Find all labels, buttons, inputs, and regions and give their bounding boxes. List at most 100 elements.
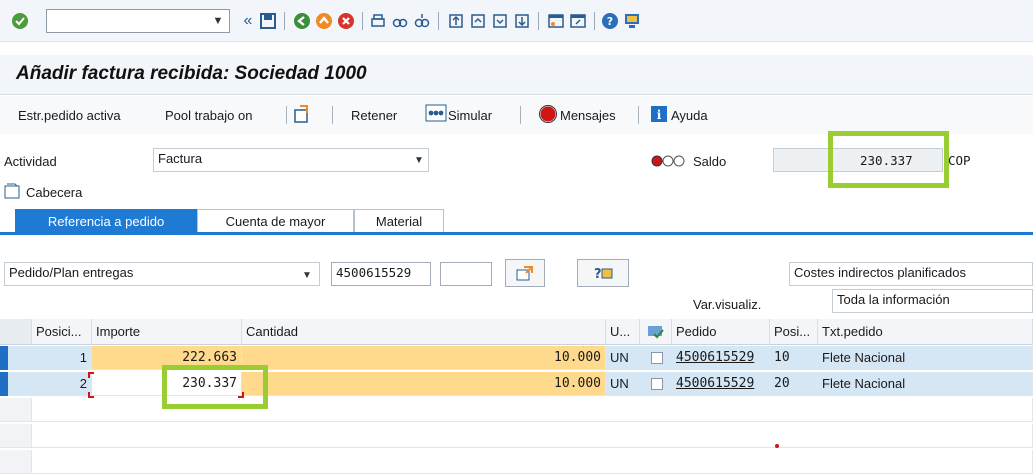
col-header-unidad[interactable]: U... [606, 319, 640, 345]
row-checkbox[interactable] [651, 352, 663, 364]
cell-posi: 20 [770, 372, 818, 396]
table-row-gutter [0, 450, 32, 474]
next-page-icon[interactable] [490, 11, 510, 31]
pool-trabajo-button[interactable]: Pool trabajo on [165, 108, 252, 123]
back-icon[interactable] [292, 11, 312, 31]
first-page-icon[interactable] [446, 11, 466, 31]
table-row-gutter [8, 346, 32, 370]
row-selector[interactable] [0, 372, 8, 396]
col-header-ok[interactable] [640, 319, 672, 345]
new-session-icon[interactable] [546, 11, 566, 31]
prev-page-icon[interactable] [468, 11, 488, 31]
order-number-input[interactable]: 4500615529 [331, 262, 431, 286]
table-row [32, 424, 1033, 448]
currency-label: COP [948, 153, 971, 168]
tab-cuenta-mayor[interactable]: Cuenta de mayor [197, 209, 354, 233]
cell-pedido[interactable]: 4500615529 [672, 346, 770, 370]
simulate-icon [425, 104, 447, 125]
svg-text:i: i [657, 108, 662, 122]
table-select-all[interactable] [0, 319, 32, 345]
simular-button[interactable]: Simular [448, 108, 492, 123]
mensajes-button[interactable]: Mensajes [560, 108, 616, 123]
cancel-icon[interactable] [336, 11, 356, 31]
highlight-box [162, 365, 268, 409]
toolbar-divider [362, 12, 363, 30]
cell-cantidad[interactable]: 10.000 [242, 346, 606, 370]
svg-text:?: ? [607, 15, 613, 28]
table-row [32, 450, 1033, 474]
tab-strip [0, 232, 1033, 235]
search-help-icon: ? [594, 267, 613, 282]
last-page-icon[interactable] [512, 11, 532, 31]
estr-pedido-button[interactable]: Estr.pedido activa [18, 108, 121, 123]
command-field[interactable] [46, 9, 230, 33]
pedido-link[interactable]: 4500615529 [676, 376, 754, 391]
find-next-icon[interactable] [412, 11, 432, 31]
row-selector[interactable] [0, 346, 8, 370]
retener-button[interactable]: Retener [351, 108, 397, 123]
var-visualiz-select[interactable]: Toda la información [832, 289, 1033, 313]
cell-pedido[interactable]: 4500615529 [672, 372, 770, 396]
cell-posicion: 1 [32, 346, 92, 370]
enter-icon[interactable] [10, 11, 30, 31]
cabecera-label[interactable]: Cabecera [26, 185, 82, 200]
cell-txt-pedido: Flete Nacional [818, 346, 1033, 370]
cell-unidad: UN [606, 346, 640, 370]
messages-icon [539, 105, 557, 126]
toolbar-divider [538, 12, 539, 30]
document-icon[interactable] [292, 104, 312, 127]
toolbar-divider [332, 106, 333, 124]
saldo-label: Saldo [693, 154, 727, 169]
svg-text:?: ? [594, 267, 602, 282]
tab-referencia-pedido[interactable]: Referencia a pedido [15, 209, 197, 233]
cell-posicion: 2 [32, 372, 92, 396]
highlight-box [828, 131, 949, 188]
tab-material[interactable]: Material [354, 209, 444, 233]
cell-txt-pedido: Flete Nacional [818, 372, 1033, 396]
transfer-button[interactable] [505, 259, 545, 287]
search-help-button[interactable]: ? [577, 259, 629, 287]
col-header-importe[interactable]: Importe [92, 319, 242, 345]
col-header-pedido[interactable]: Pedido [672, 319, 770, 345]
print-icon[interactable] [368, 11, 388, 31]
cell-unidad: UN [606, 372, 640, 396]
cell-posi: 10 [770, 346, 818, 370]
toolbar-divider [284, 12, 285, 30]
customize-icon[interactable] [622, 11, 642, 31]
chevron-down-icon: ▼ [302, 270, 312, 281]
col-header-cantidad[interactable]: Cantidad [242, 319, 606, 345]
actividad-label: Actividad [4, 154, 57, 169]
shortcut-icon[interactable] [568, 11, 588, 31]
header-toggle-icon[interactable] [4, 183, 22, 202]
table-row-gutter [0, 398, 32, 422]
toolbar-divider [594, 12, 595, 30]
marker-dot [775, 444, 779, 448]
field-error-marker [88, 372, 94, 378]
find-icon[interactable] [390, 11, 410, 31]
document-type-select[interactable]: Pedido/Plan entregas [4, 262, 320, 286]
ayuda-button[interactable]: Ayuda [671, 108, 708, 123]
pedido-link[interactable]: 4500615529 [676, 350, 754, 365]
toolbar-divider [520, 106, 521, 124]
traffic-light-icon [650, 154, 686, 171]
col-header-txt-pedido[interactable]: Txt.pedido [818, 319, 1033, 345]
transfer-icon [516, 266, 533, 281]
table-row-gutter [0, 424, 32, 448]
col-header-posicion[interactable]: Posici... [32, 319, 92, 345]
order-item-input[interactable] [440, 262, 492, 286]
exit-icon[interactable] [314, 11, 334, 31]
check-list-icon [647, 325, 664, 338]
row-checkbox[interactable] [651, 378, 663, 390]
save-icon[interactable] [258, 11, 278, 31]
back-arrows-icon[interactable]: « [238, 11, 258, 31]
page-title: Añadir factura recibida: Sociedad 1000 [16, 63, 367, 84]
costs-option-field[interactable]: Costes indirectos planificados [789, 262, 1033, 286]
col-header-posi[interactable]: Posi... [770, 319, 818, 345]
application-toolbar [0, 96, 1033, 134]
var-visualiz-label: Var.visualiz. [693, 297, 762, 312]
chevron-down-icon[interactable]: ▼ [206, 9, 230, 33]
help-icon[interactable]: ? [600, 11, 620, 31]
cell-cantidad[interactable]: 10.000 [242, 372, 606, 396]
toolbar-divider [438, 12, 439, 30]
actividad-select[interactable]: Factura [153, 148, 429, 172]
